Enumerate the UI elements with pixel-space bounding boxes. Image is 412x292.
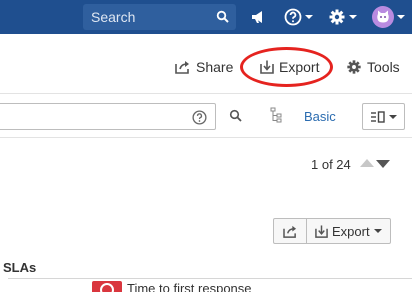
list-view-icon	[370, 110, 385, 123]
page-action-bar: Share Export Tools	[0, 34, 412, 94]
gear-icon	[347, 60, 361, 74]
hierarchy-icon[interactable]	[270, 107, 282, 123]
chevron-down-icon	[349, 15, 357, 19]
slas-heading: SLAs	[3, 260, 37, 275]
layout-view-button[interactable]	[362, 103, 405, 130]
tools-label: Tools	[367, 59, 400, 75]
chevron-down-icon	[373, 229, 382, 233]
megaphone-icon	[252, 11, 262, 23]
search-box[interactable]	[83, 4, 236, 30]
chevron-down-icon	[397, 15, 405, 19]
share-icon	[282, 225, 296, 238]
gear-icon	[329, 9, 345, 25]
issue-export-label: Export	[332, 223, 370, 239]
top-navigation-bar	[0, 0, 412, 34]
help-circle-icon	[284, 8, 302, 26]
slas-divider	[8, 278, 412, 279]
tools-button[interactable]: Tools	[346, 58, 400, 76]
previous-issue-arrow-icon[interactable]	[360, 159, 374, 167]
issue-share-button[interactable]	[274, 219, 307, 243]
sla-item-label: Time to first response	[127, 281, 252, 292]
issue-pager-count: 1 of 24	[311, 157, 351, 172]
issue-toolbar: Export	[273, 218, 391, 244]
help-menu-button[interactable]	[284, 5, 313, 29]
sla-status-badge	[92, 281, 122, 292]
user-menu-button[interactable]	[372, 5, 405, 29]
share-label: Share	[196, 59, 234, 75]
export-icon	[315, 224, 328, 238]
chevron-down-icon	[305, 15, 313, 19]
help-icon[interactable]	[192, 110, 207, 125]
chevron-down-icon	[388, 114, 397, 119]
issue-export-button[interactable]: Export	[307, 219, 390, 243]
export-highlight-annotation	[240, 47, 333, 87]
query-input[interactable]	[0, 103, 216, 130]
search-input[interactable]	[91, 4, 211, 30]
search-icon[interactable]	[216, 10, 230, 24]
settings-menu-button[interactable]	[328, 5, 357, 29]
next-issue-arrow-icon[interactable]	[376, 160, 390, 168]
search-icon[interactable]	[229, 109, 243, 123]
avatar-cat-icon	[377, 10, 389, 23]
announcements-button[interactable]	[250, 5, 266, 29]
query-bar: Basic	[0, 94, 412, 138]
basic-search-link[interactable]: Basic	[304, 109, 336, 124]
sla-breached-icon	[100, 283, 114, 292]
share-icon	[175, 61, 189, 74]
share-button[interactable]: Share	[175, 58, 233, 76]
avatar	[372, 6, 394, 28]
